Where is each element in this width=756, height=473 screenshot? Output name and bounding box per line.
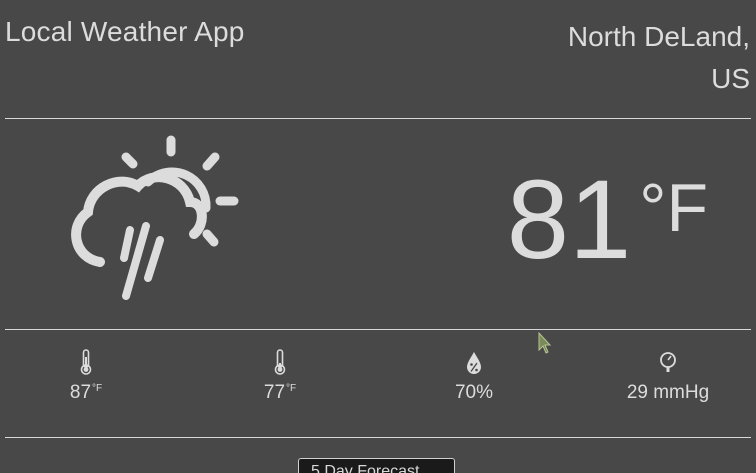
location-city: North DeLand, [567,21,750,52]
mouse-cursor-icon [538,332,552,354]
barometer-icon [660,352,676,372]
stat-low: 77°F [200,348,360,404]
stat-humidity: 70% [394,348,554,404]
header-divider [5,118,751,119]
stat-pressure-value: 29 mmHg [626,382,710,403]
stat-pressure: 29 mmHg [588,348,748,404]
humidity-drop-icon [467,352,481,374]
forecast-button[interactable]: 5 Day Forecast [298,458,455,473]
app-title: Local Weather App [5,16,245,47]
current-temperature: 81 °F [507,160,708,280]
stat-low-value: 77°F [263,382,297,403]
location-country: US [711,63,750,94]
stat-humidity-value: 70% [454,382,494,403]
stat-high-value: 87°F [69,382,103,403]
stat-high: 87°F [6,348,166,404]
location: North DeLand, US [520,16,750,100]
temperature-unit-toggle[interactable]: °F [639,174,708,242]
weather-app: Local Weather App North DeLand, US 81 °F [0,0,756,473]
cloud-sun-rain-icon [71,135,239,300]
temperature-value: 81 [506,157,632,282]
stats-row: 87°F 77°F 70% 29 mmHg [0,330,756,437]
thermometer-high-icon [80,349,92,375]
thermometer-low-icon [274,349,286,375]
stats-divider [5,437,751,438]
header: Local Weather App North DeLand, US [0,0,756,118]
